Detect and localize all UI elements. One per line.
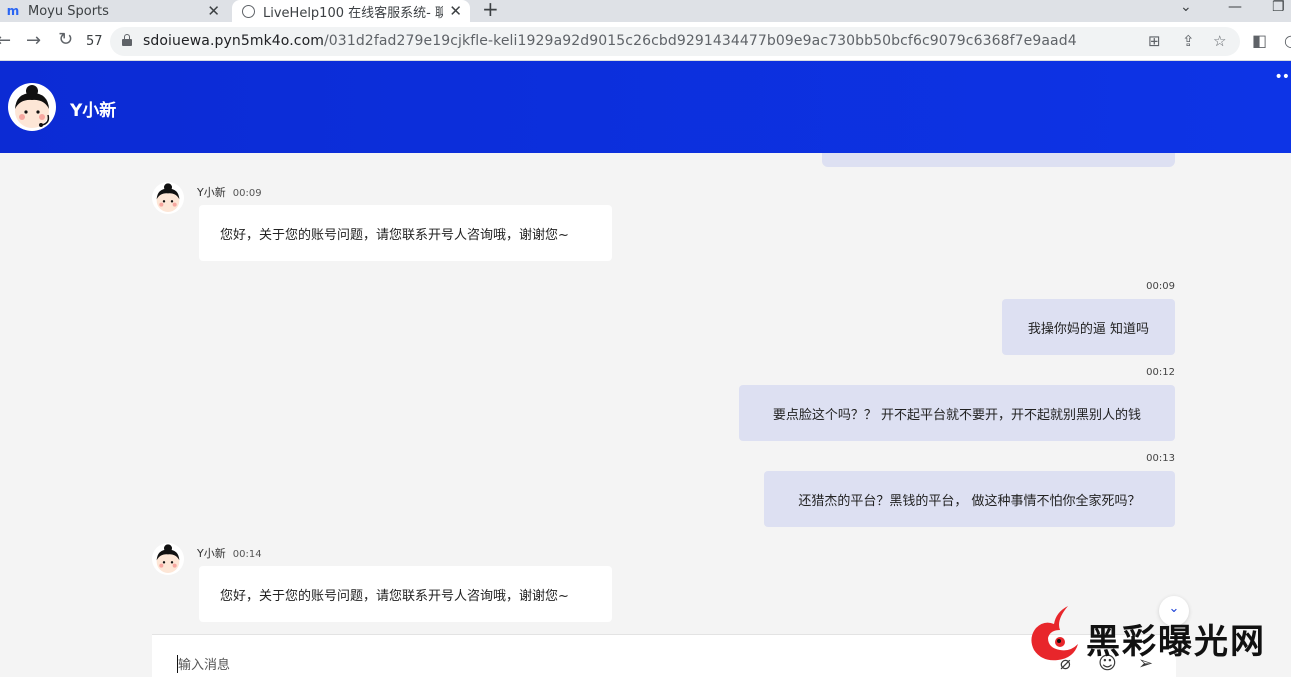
message-text: 您好，关于您的账号问题，请您联系开号人咨询哦，谢谢您~ bbox=[220, 227, 569, 243]
agent-avatar bbox=[152, 182, 184, 214]
watermark-logo: 黑彩曝光网 bbox=[1026, 602, 1276, 672]
lock-icon[interactable] bbox=[122, 34, 132, 46]
message-time: 00:14 bbox=[232, 549, 262, 560]
message-meta: Y小新 00:09 bbox=[197, 184, 262, 200]
close-icon[interactable]: ✕ bbox=[449, 2, 462, 20]
message-text: 要点脸这个吗？？ 开不起平台就不要开，开不起就别黑别人的钱 bbox=[772, 407, 1142, 423]
message-text: 您好，关于您的账号问题，请您联系开号人咨询哦，谢谢您~ bbox=[220, 588, 569, 604]
user-message-bubble: 还猎杰的平台？黑钱的平台， 做这种事情不怕你全家死吗？ bbox=[764, 471, 1175, 527]
restore-icon[interactable]: ❐ bbox=[1272, 0, 1285, 15]
sender-name: Y小新 bbox=[197, 547, 226, 560]
more-icon[interactable]: •• bbox=[1274, 69, 1289, 85]
message-composer: ⌀ ☺ ➢ bbox=[152, 634, 1176, 677]
user-message-bubble: 要点脸这个吗？？ 开不起平台就不要开，开不起就别黑别人的钱 bbox=[739, 385, 1175, 441]
agent-avatar bbox=[152, 543, 184, 575]
message-bubble-partial bbox=[822, 153, 1175, 167]
message-text: 还猎杰的平台？黑钱的平台， 做这种事情不怕你全家死吗？ bbox=[798, 493, 1141, 509]
chat-header: Y小新 •• bbox=[0, 61, 1291, 153]
translate-icon[interactable]: ⊞ bbox=[1148, 32, 1161, 50]
forward-icon[interactable]: → bbox=[26, 30, 41, 51]
browser-tab-bar: m Moyu Sports ✕ LiveHelp100 在线客服系统- 聊天 ✕… bbox=[0, 0, 1291, 22]
address-bar-row: ← → ↻ 57 sdoiuewa.pyn5mk4o.com/031d2fad2… bbox=[0, 22, 1291, 61]
reload-icon[interactable]: ↻ bbox=[58, 29, 73, 50]
watermark-text: 黑彩曝光网 bbox=[1086, 622, 1266, 662]
new-tab-icon[interactable]: + bbox=[482, 0, 499, 21]
tab-moyu-sports[interactable]: m Moyu Sports ✕ bbox=[0, 0, 228, 22]
message-time: 00:12 bbox=[1146, 367, 1175, 378]
url-text: sdoiuewa.pyn5mk4o.com/031d2fad279e19cjkf… bbox=[143, 33, 1077, 49]
message-time: 00:09 bbox=[232, 188, 262, 199]
tab-counter: 57 bbox=[86, 34, 103, 49]
agent-message-bubble: 您好，关于您的账号问题，请您联系开号人咨询哦，谢谢您~ bbox=[199, 205, 612, 261]
tab-search-icon[interactable]: ⌄ bbox=[1180, 0, 1192, 15]
star-icon[interactable]: ☆ bbox=[1213, 32, 1226, 50]
message-text: 我操你妈的逼 知道吗 bbox=[1027, 321, 1150, 337]
message-time: 00:09 bbox=[1146, 281, 1175, 292]
globe-icon bbox=[242, 4, 255, 18]
sidebar-icon[interactable]: ◧ bbox=[1252, 31, 1267, 50]
profile-icon[interactable]: ◔ bbox=[1284, 31, 1291, 50]
agent-name: Y小新 bbox=[70, 101, 117, 121]
tab-livehelp[interactable]: LiveHelp100 在线客服系统- 聊天 ✕ bbox=[232, 0, 470, 22]
flame-logo-icon bbox=[1031, 606, 1078, 661]
sender-name: Y小新 bbox=[197, 186, 226, 199]
message-time: 00:13 bbox=[1146, 453, 1175, 464]
moyu-favicon-icon: m bbox=[6, 4, 20, 18]
tab-title: Moyu Sports bbox=[28, 3, 109, 19]
message-meta: Y小新 00:14 bbox=[197, 545, 262, 561]
close-icon[interactable]: ✕ bbox=[207, 2, 220, 20]
share-icon[interactable]: ⇪ bbox=[1182, 32, 1195, 50]
back-icon[interactable]: ← bbox=[0, 30, 11, 51]
agent-avatar bbox=[8, 83, 56, 131]
minimize-icon[interactable]: — bbox=[1228, 0, 1242, 15]
message-input[interactable] bbox=[178, 655, 1028, 675]
user-message-bubble: 我操你妈的逼 知道吗 bbox=[1002, 299, 1175, 355]
url-field[interactable]: sdoiuewa.pyn5mk4o.com/031d2fad279e19cjkf… bbox=[110, 27, 1240, 56]
tab-title: LiveHelp100 在线客服系统- 聊天 bbox=[263, 5, 443, 21]
agent-message-bubble: 您好，关于您的账号问题，请您联系开号人咨询哦，谢谢您~ bbox=[199, 566, 612, 622]
